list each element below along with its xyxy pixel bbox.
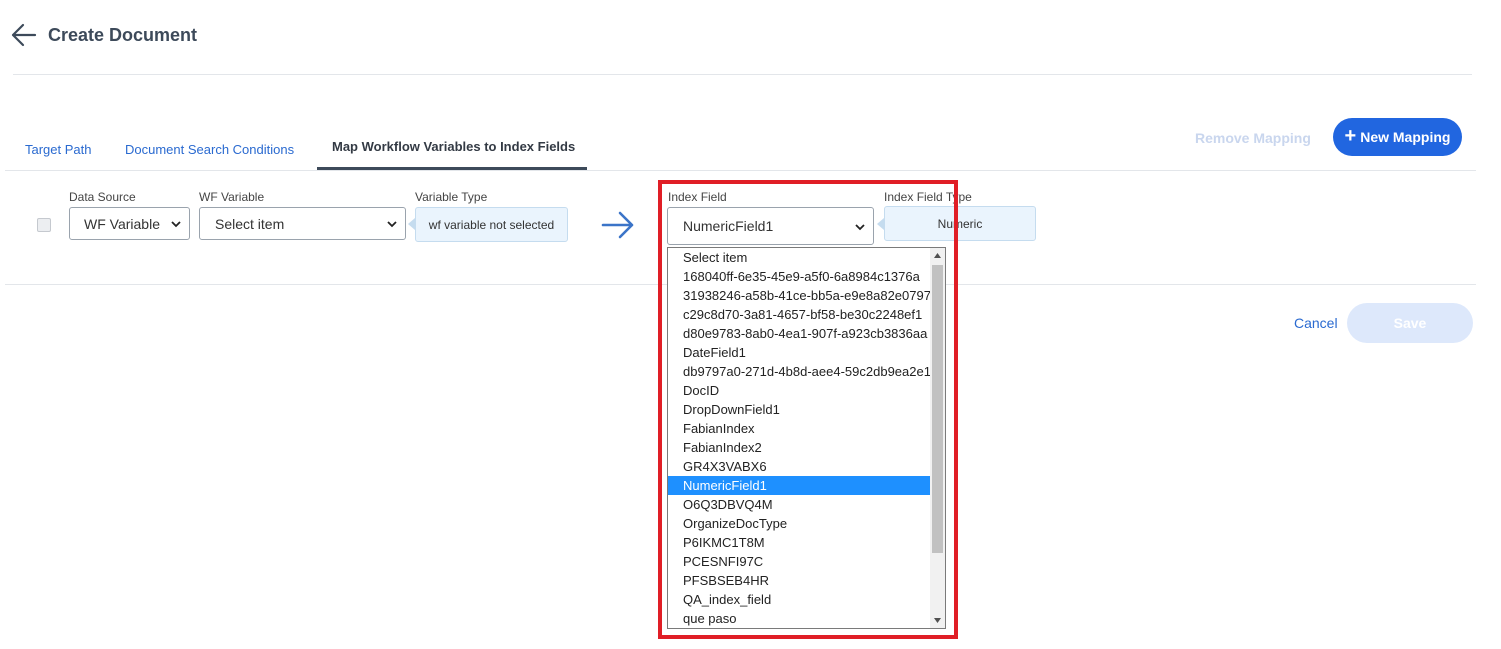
variable-type-pointer (408, 218, 415, 230)
remove-mapping-button[interactable]: Remove Mapping (1195, 128, 1311, 148)
header-divider (13, 74, 1472, 75)
variable-type-label: Variable Type (415, 190, 488, 204)
page-title: Create Document (48, 25, 198, 45)
row-checkbox[interactable] (37, 218, 51, 232)
new-mapping-label: New Mapping (1360, 129, 1451, 145)
tab-map-workflow-variables[interactable]: Map Workflow Variables to Index Fields (332, 137, 575, 157)
tab-document-search-conditions[interactable]: Document Search Conditions (125, 140, 294, 160)
wf-variable-value: Select item (215, 215, 285, 232)
back-arrow-icon[interactable] (10, 22, 38, 48)
data-source-select[interactable]: WF Variable (69, 207, 190, 240)
chevron-down-icon (171, 221, 181, 228)
tab-target-path[interactable]: Target Path (25, 140, 92, 160)
plus-icon: + (1344, 125, 1357, 147)
data-source-label: Data Source (69, 190, 136, 204)
wf-variable-label: WF Variable (199, 190, 265, 204)
highlight-frame (658, 180, 958, 639)
variable-type-value: wf variable not selected (415, 207, 568, 242)
data-source-value: WF Variable (84, 215, 160, 232)
cancel-button[interactable]: Cancel (1294, 314, 1338, 332)
tabs-divider (5, 170, 1476, 171)
chevron-down-icon (387, 221, 397, 228)
save-button[interactable]: Save (1347, 303, 1473, 343)
arrow-right-icon (600, 210, 636, 240)
wf-variable-select[interactable]: Select item (199, 207, 406, 240)
new-mapping-button[interactable]: + New Mapping (1333, 118, 1462, 156)
